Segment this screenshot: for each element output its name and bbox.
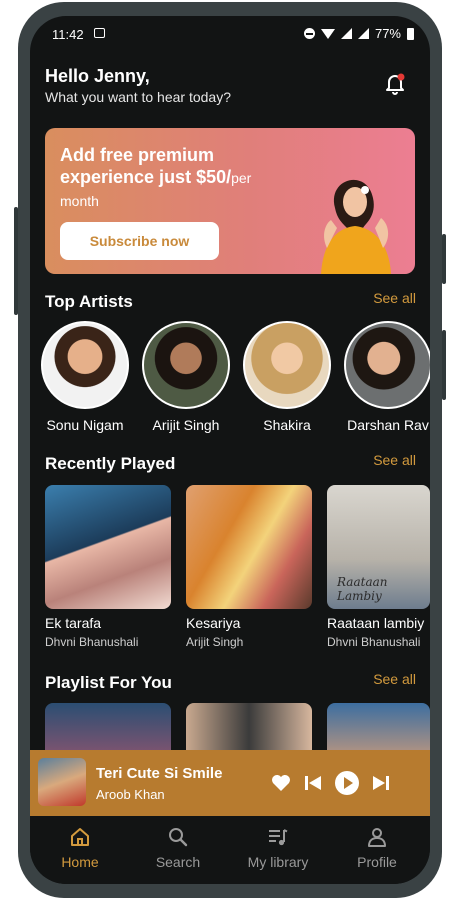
recent-track-card[interactable]: Kesariya Arijit Singh <box>186 485 312 649</box>
banner-woman-image <box>321 179 391 274</box>
app-screen: 11:42 77% Hello Jenny, What you want to … <box>30 16 430 884</box>
playlist-title: Playlist For You <box>45 673 172 692</box>
artist-name: Shakira <box>263 417 311 433</box>
track-artist: Dhvni Bhanushali <box>327 635 421 649</box>
track-artist: Dhvni Bhanushali <box>45 635 139 649</box>
greeting-subtitle: What you want to hear today? <box>45 89 231 105</box>
do-not-disturb-icon <box>303 28 315 39</box>
artist-card[interactable]: Shakira <box>242 321 332 433</box>
status-time: 11:42 <box>52 27 84 42</box>
artist-avatar <box>142 321 230 409</box>
image-notification-icon <box>94 28 105 38</box>
nav-home-label: Home <box>61 854 99 870</box>
battery-percent: 77% <box>374 26 401 41</box>
track-cover: Raataan Lambiy <box>327 485 430 609</box>
next-icon[interactable] <box>370 772 392 794</box>
banner-line-2: experience just $50/ <box>60 167 232 187</box>
artist-avatar <box>41 321 129 409</box>
side-button-left <box>14 207 18 315</box>
mini-player[interactable]: Teri Cute Si Smile Aroob Khan <box>30 750 430 816</box>
nav-profile[interactable]: Profile <box>332 826 422 870</box>
now-playing-artist: Aroob Khan <box>96 787 165 802</box>
cover-art-text: Raataan Lambiy <box>337 575 388 603</box>
side-button-power <box>442 234 446 284</box>
profile-icon <box>368 828 386 847</box>
nav-search-label: Search <box>155 854 201 870</box>
banner-text: Add free premium experience just $50/per… <box>60 144 280 212</box>
nav-home[interactable]: Home <box>35 826 125 870</box>
now-playing-title: Teri Cute Si Smile <box>96 765 223 782</box>
signal-icon <box>340 28 352 39</box>
nav-profile-label: Profile <box>357 854 397 870</box>
now-playing-cover <box>38 758 86 806</box>
side-button-volume <box>442 330 446 400</box>
artist-name: Arijit Singh <box>152 417 220 433</box>
banner-per: per <box>231 170 252 186</box>
battery-icon <box>407 27 414 40</box>
artist-card[interactable]: Sonu Nigam <box>40 321 130 433</box>
track-title: Raataan lambiy <box>327 615 425 631</box>
top-artists-title: Top Artists <box>45 292 133 311</box>
artist-avatar <box>344 321 430 409</box>
recent-track-card[interactable]: Ek tarafa Dhvni Bhanushali <box>45 485 171 649</box>
recently-played-title: Recently Played <box>45 454 176 473</box>
music-library-icon <box>269 829 288 846</box>
recent-track-card[interactable]: Raataan Lambiy Raataan lambiy Dhvni Bhan… <box>327 485 430 649</box>
heart-icon[interactable] <box>270 772 292 794</box>
recently-played-see-all[interactable]: See all <box>373 452 416 468</box>
premium-banner[interactable]: Add free premium experience just $50/per… <box>45 128 415 274</box>
artist-card[interactable]: Arijit Singh <box>141 321 231 433</box>
signal-icon-2 <box>357 28 369 39</box>
top-artists-see-all[interactable]: See all <box>373 290 416 306</box>
track-title: Ek tarafa <box>45 615 102 631</box>
wifi-icon <box>320 28 335 39</box>
track-artist: Arijit Singh <box>186 635 244 649</box>
subscribe-button[interactable]: Subscribe now <box>60 222 219 260</box>
track-cover <box>45 485 171 609</box>
playlist-see-all[interactable]: See all <box>373 671 416 687</box>
status-bar: 11:42 77% <box>30 16 430 50</box>
artist-avatar <box>243 321 331 409</box>
phone-frame: 11:42 77% Hello Jenny, What you want to … <box>14 2 446 898</box>
track-cover <box>186 485 312 609</box>
greeting-title: Hello Jenny, <box>45 66 150 86</box>
home-icon <box>71 828 89 846</box>
play-icon[interactable] <box>334 770 360 796</box>
search-icon <box>169 828 188 847</box>
banner-line-3: month <box>60 193 99 209</box>
nav-library-label: My library <box>247 854 309 870</box>
nav-search[interactable]: Search <box>133 826 223 870</box>
artist-name: Darshan Rav <box>347 417 429 433</box>
status-indicators: 77% <box>303 26 414 41</box>
previous-icon[interactable] <box>302 772 324 794</box>
banner-line-1: Add free premium <box>60 145 215 165</box>
artist-name: Sonu Nigam <box>46 417 124 433</box>
nav-library[interactable]: My library <box>233 826 323 870</box>
bottom-nav: Home Search My library Profile <box>30 816 430 884</box>
track-title: Kesariya <box>186 615 241 631</box>
notification-bell-icon[interactable] <box>382 70 408 96</box>
artist-card[interactable]: Darshan Rav <box>343 321 430 433</box>
